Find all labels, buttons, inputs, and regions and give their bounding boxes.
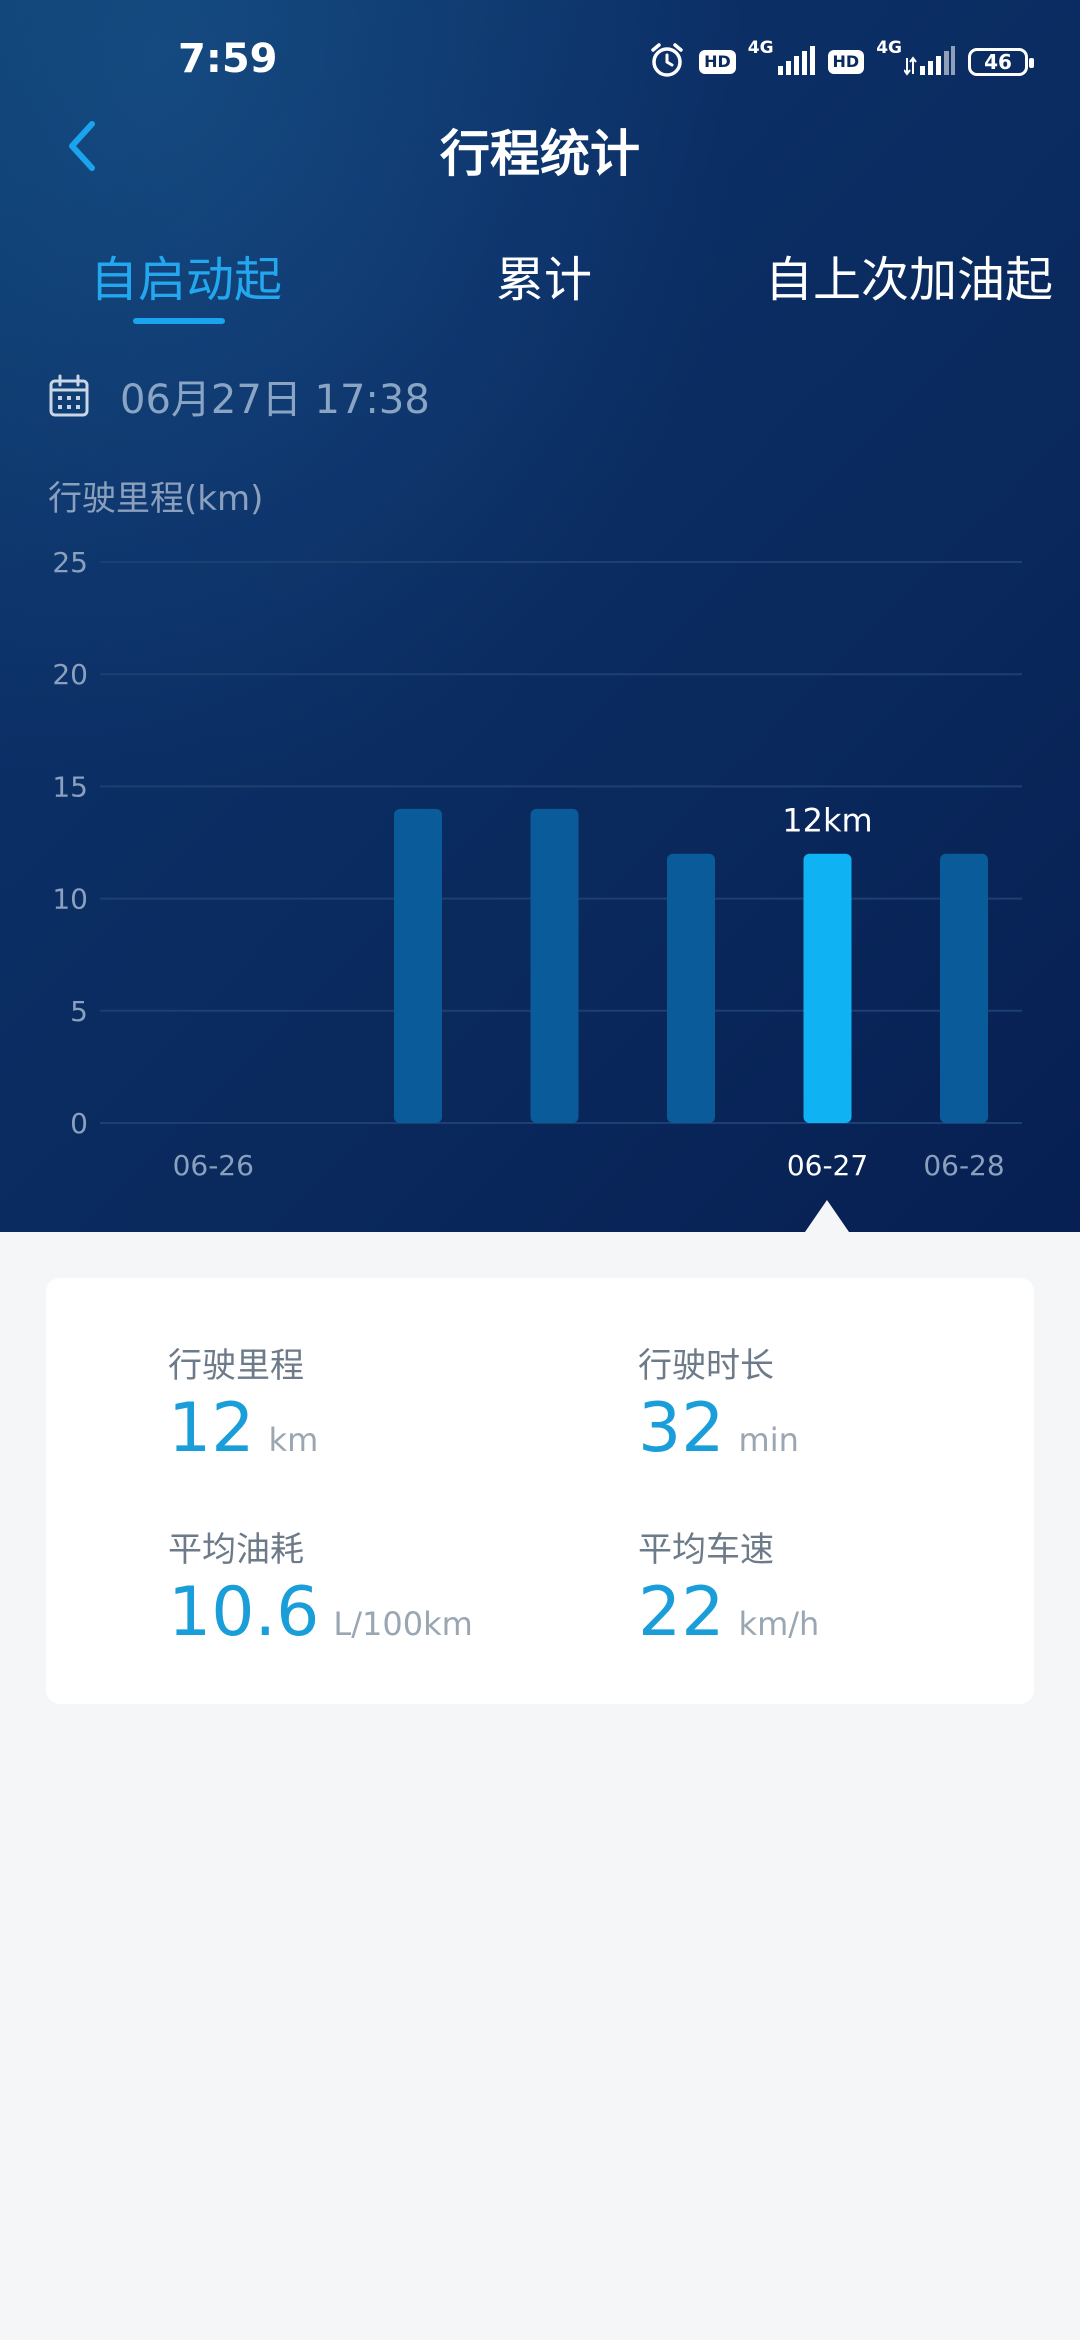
stat-speed-value: 22 [638, 1573, 725, 1652]
stat-distance-value: 12 [168, 1389, 255, 1468]
app-header: 行程统计 [0, 100, 1080, 190]
tab-since-refuel[interactable]: 自上次加油起 [765, 240, 1053, 310]
battery-level: 46 [984, 50, 1012, 74]
hd-voice-icon-2: HD [827, 50, 865, 74]
stat-duration-value: 32 [638, 1389, 725, 1468]
y-tick-10: 10 [52, 883, 88, 916]
tab-bar: 自启动起 累计 自上次加油起 [0, 232, 1080, 332]
selection-pointer [805, 1200, 849, 1232]
mileage-chart-svg: 行驶里程(km) 25 20 15 10 5 0 12km 06-26 06-27 06-28 [48, 479, 1022, 1182]
bar-2 [394, 808, 442, 1123]
y-axis-label: 行驶里程(km) [48, 479, 263, 519]
y-tick-25: 25 [52, 546, 88, 579]
bar-6 [940, 853, 988, 1123]
bar-3 [530, 808, 579, 1123]
x-tick-06-27: 06-27 [787, 1149, 868, 1182]
calendar-icon [49, 374, 89, 417]
stat-fuel: 平均油耗 10.6 L/100km [168, 1522, 588, 1653]
battery-icon: 46 [968, 48, 1034, 76]
signal-icon-2 [903, 44, 956, 80]
stat-distance-label: 行驶里程 [168, 1346, 304, 1386]
stat-fuel-label: 平均油耗 [168, 1530, 304, 1570]
bar-selected [803, 853, 852, 1123]
stat-speed-label: 平均车速 [638, 1530, 774, 1570]
stat-speed: 平均车速 22 km/h [638, 1522, 1058, 1653]
signal-icon [776, 44, 816, 80]
stat-duration-label: 行驶时长 [638, 1346, 774, 1386]
stat-speed-unit: km/h [738, 1605, 820, 1643]
page-title: 行程统计 [440, 125, 640, 183]
tab-cumulative[interactable]: 累计 [496, 240, 592, 310]
stat-fuel-unit: L/100km [333, 1605, 473, 1643]
date-text: 06月27日 17:38 [120, 377, 430, 423]
hd-voice-icon: HD [699, 50, 736, 74]
stat-distance-unit: km [268, 1421, 319, 1459]
tab-since-start[interactable]: 自启动起 [90, 240, 282, 310]
stat-distance: 行驶里程 12 km [168, 1338, 588, 1469]
network-type-label-2: 4G [876, 38, 902, 58]
alarm-icon [647, 40, 687, 84]
header-panel: 7:59 HD 4G HD 4G 46 行程统计 自启动起 累计 自上次加油起 … [0, 0, 1080, 1232]
stats-card: 行驶里程 12 km 行驶时长 32 min 平均油耗 10.6 L/100km 平均… [46, 1278, 1034, 1704]
x-tick-06-26: 06-26 [173, 1149, 254, 1182]
stat-duration-unit: min [738, 1421, 799, 1459]
active-tab-indicator [133, 318, 225, 324]
bar-4 [667, 853, 715, 1123]
y-tick-5: 5 [70, 995, 88, 1028]
date-selector[interactable]: 06月27日 17:38 [48, 364, 430, 428]
stat-fuel-value: 10.6 [168, 1573, 320, 1652]
x-tick-06-28: 06-28 [923, 1149, 1004, 1182]
stat-duration: 行驶时长 32 min [638, 1338, 1058, 1469]
network-type-label: 4G [747, 38, 774, 58]
y-tick-20: 20 [52, 658, 88, 691]
mileage-chart[interactable]: 行驶里程(km) 25 20 15 10 5 0 12km 06-26 06-27 06-28 [0, 470, 1080, 1232]
status-icons: HD 4G HD 4G 46 [647, 38, 1034, 84]
selected-bar-value-label: 12km [782, 802, 872, 840]
status-time: 7:59 [178, 36, 278, 82]
y-tick-0: 0 [70, 1107, 88, 1140]
y-tick-15: 15 [52, 770, 88, 803]
